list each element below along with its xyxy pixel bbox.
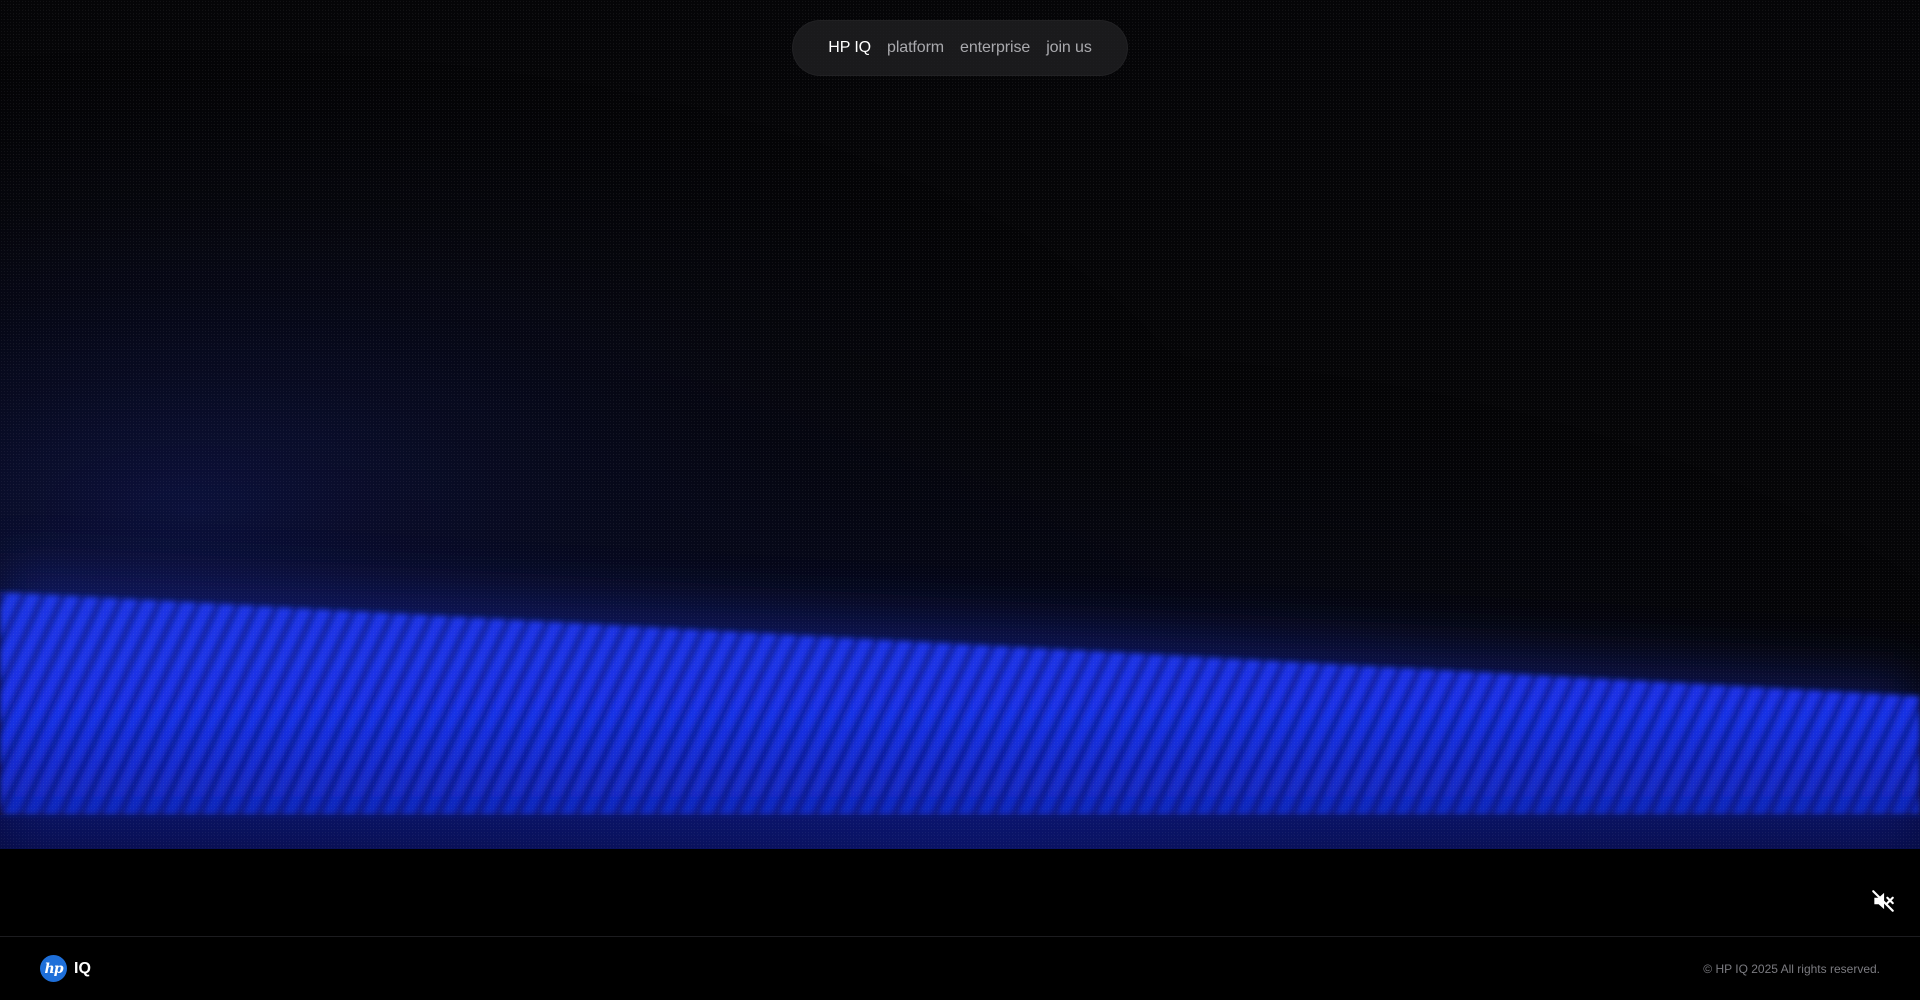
mute-toggle-button[interactable]: [1870, 888, 1896, 914]
nav-item-platform[interactable]: platform: [887, 39, 944, 57]
speaker-muted-icon: [1872, 890, 1894, 912]
nav-item-hp-iq[interactable]: HP IQ: [828, 39, 871, 57]
nav-item-join-us[interactable]: join us: [1046, 39, 1092, 57]
hero-haze: [0, 0, 1920, 849]
blue-light-band: [0, 570, 1920, 849]
site-footer: hp IQ © HP IQ 2025 All rights reserved.: [0, 937, 1920, 1000]
brand-logo[interactable]: hp IQ: [40, 955, 91, 982]
top-nav: HP IQ platform enterprise join us: [792, 20, 1128, 76]
hp-logo-icon: hp: [40, 955, 67, 982]
nav-item-enterprise[interactable]: enterprise: [960, 39, 1030, 57]
noise-overlay: [0, 0, 1920, 849]
brand-suffix: IQ: [74, 959, 91, 977]
copyright-text: © HP IQ 2025 All rights reserved.: [1703, 961, 1880, 976]
hero-visual: HP IQ platform enterprise join us: [0, 0, 1920, 849]
